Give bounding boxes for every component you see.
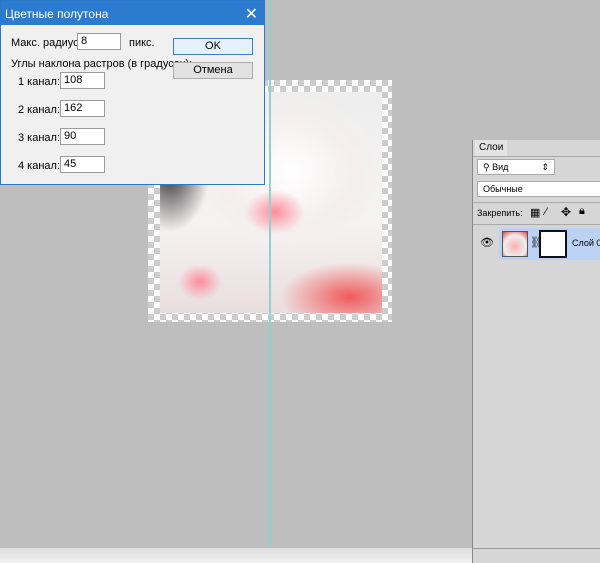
guide-line[interactable] [269,0,271,563]
layers-panel: Слои ⚲ Вид ⇕ Обычные Закрепить: ▦ ⁄ ✥ 🔒︎… [472,140,600,563]
layer-thumbnail [502,231,528,257]
channel-2-input[interactable]: 162 [60,100,105,117]
max-radius-input[interactable]: 8 [77,33,121,50]
layer-row[interactable]: ⛓︎ Слой 0 [499,228,600,260]
max-radius-label: Макс. радиус: [11,37,82,49]
ok-button[interactable]: OK [173,38,253,55]
blend-mode-select[interactable]: Обычные [477,181,600,197]
brush-icon[interactable]: ⁄ [545,206,547,218]
updown-icon: ⇕ [541,162,549,172]
color-halftone-dialog: Цветные полутона ✕ Макс. радиус: 8 пикс.… [0,0,265,185]
angles-label: Углы наклона растров (в градусах): [11,58,193,70]
search-icon: ⚲ [483,162,493,172]
move-icon[interactable]: ✥ [561,205,571,219]
channel-1-input[interactable]: 108 [60,72,105,89]
filter-value: Вид [492,162,509,172]
lock-icon[interactable]: 🔒︎ [579,205,585,218]
cancel-button[interactable]: Отмена [173,62,253,79]
close-icon[interactable]: ✕ [245,4,258,24]
layer-mask-thumbnail[interactable] [539,230,567,258]
channel-3-label: 3 канал: [18,132,61,144]
channel-2-label: 2 канал: [18,104,61,116]
layer-name: Слой 0 [572,238,600,248]
channel-3-input[interactable]: 90 [60,128,105,145]
lock-transparent-icon[interactable]: ▦ [530,206,540,219]
tab-layers[interactable]: Слои [475,140,507,156]
channel-1-label: 1 канал: [18,76,61,88]
lock-label: Закрепить: [477,208,523,218]
eye-icon[interactable]: 👁︎ [480,236,494,249]
horizontal-scrollbar[interactable] [0,548,472,563]
unit-label: пикс. [129,37,155,49]
channel-4-label: 4 канал: [18,160,61,172]
dialog-title: Цветные полутона [1,1,264,25]
filter-select[interactable]: ⚲ Вид ⇕ [477,159,555,175]
channel-4-input[interactable]: 45 [60,156,105,173]
